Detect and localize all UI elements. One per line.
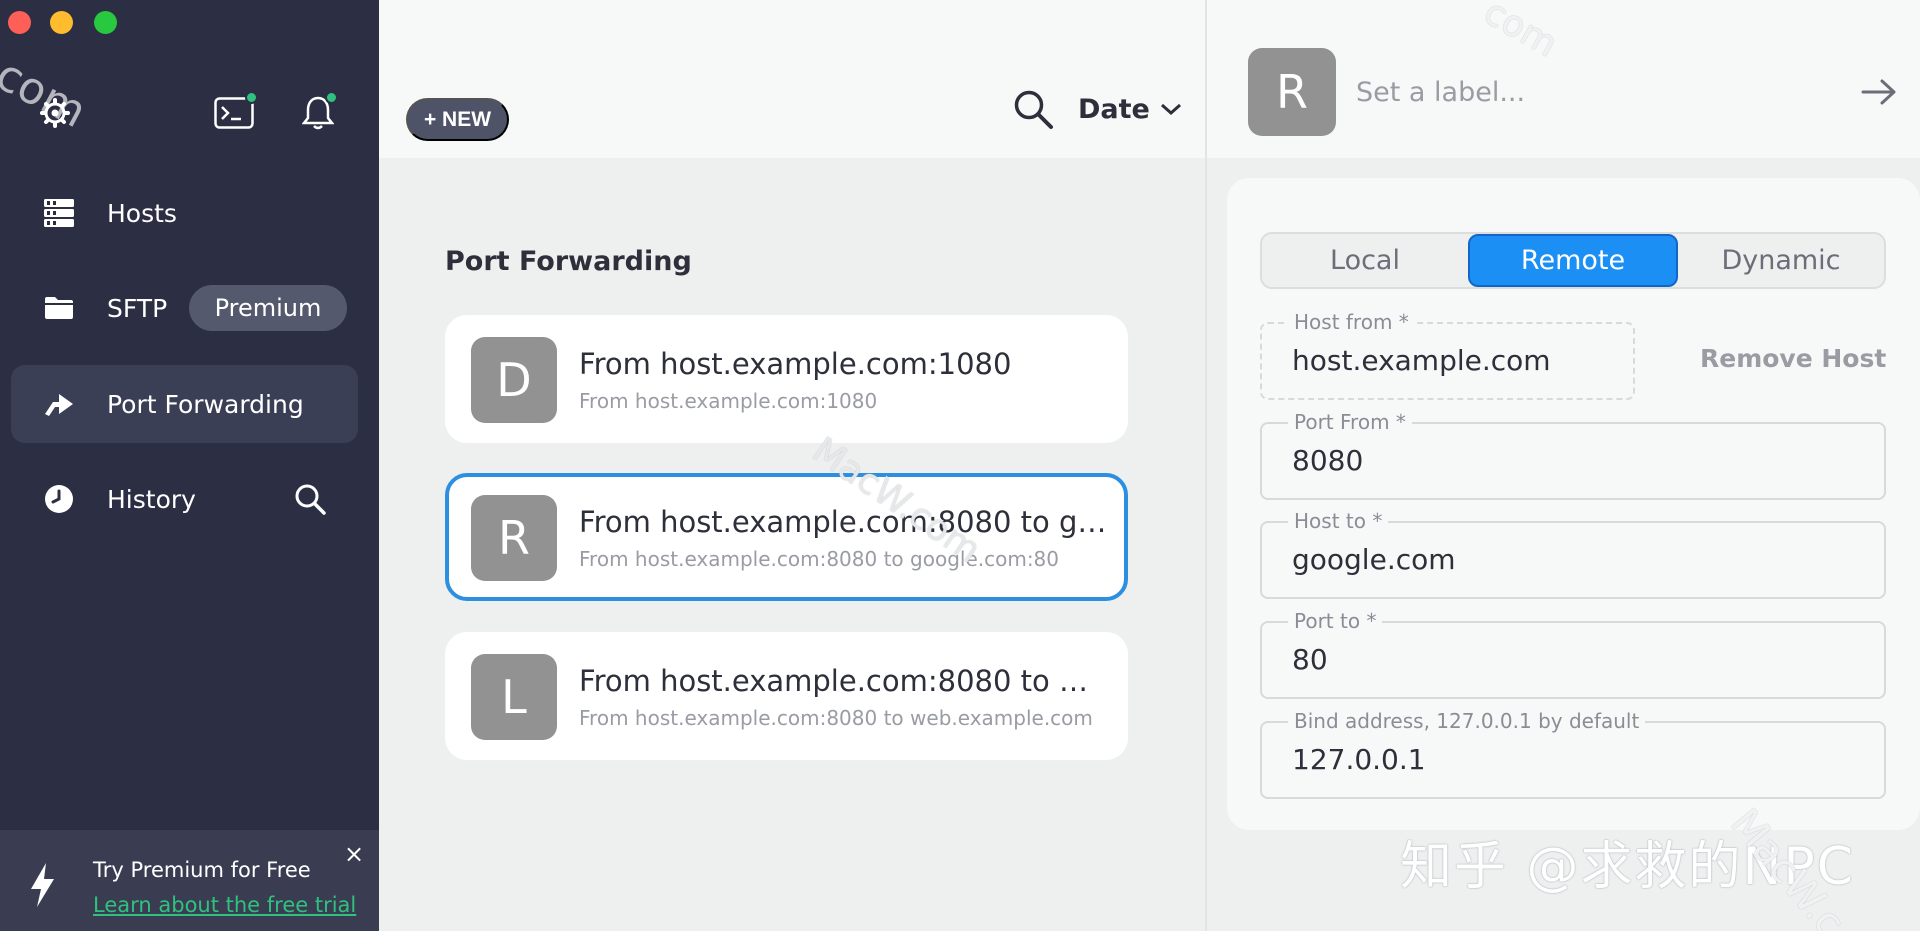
bell-icon[interactable] <box>300 91 340 131</box>
avatar: R <box>471 495 557 581</box>
port-from-input[interactable] <box>1292 444 1852 477</box>
rule-subtitle: From host.example.com:8080 to google.com… <box>579 547 1109 571</box>
port-to-input[interactable] <box>1292 643 1852 676</box>
port-forwarding-icon <box>41 386 77 422</box>
rule-title: From host.example.com:8080 to google.com… <box>579 505 1109 539</box>
host-to-field[interactable]: Host to * <box>1260 521 1886 599</box>
host-from-input[interactable] <box>1292 344 1612 377</box>
arrow-right-icon[interactable] <box>1860 76 1898 108</box>
field-label: Port to * <box>1288 609 1382 633</box>
premium-badge[interactable]: Premium <box>189 285 347 331</box>
lightning-icon <box>28 862 56 912</box>
field-label: Host from * <box>1288 310 1415 334</box>
chevron-down-icon <box>1160 102 1182 116</box>
search-icon[interactable] <box>1012 88 1054 130</box>
sidebar-item-label: SFTP <box>107 294 167 323</box>
bind-address-field[interactable]: Bind address, 127.0.0.1 by default <box>1260 721 1886 799</box>
tab-dynamic[interactable]: Dynamic <box>1678 234 1884 287</box>
rule-subtitle: From host.example.com:8080 to web.exampl… <box>579 706 1109 730</box>
sort-label: Date <box>1078 94 1150 125</box>
forwarding-type-segmented-control: Local Remote Dynamic <box>1260 232 1886 289</box>
clock-icon <box>41 481 77 517</box>
history-search-icon[interactable] <box>293 482 327 516</box>
host-from-field[interactable]: Host from * <box>1260 322 1635 400</box>
free-trial-link[interactable]: Learn about the free trial <box>93 893 356 917</box>
avatar: D <box>471 337 557 423</box>
tab-local[interactable]: Local <box>1262 234 1468 287</box>
field-label: Port From * <box>1288 410 1412 434</box>
close-icon[interactable]: × <box>342 842 366 866</box>
port-from-field[interactable]: Port From * <box>1260 422 1886 500</box>
hosts-icon <box>41 195 77 231</box>
sidebar-item-port-forwarding[interactable]: Port Forwarding <box>11 365 358 443</box>
sidebar-item-label: History <box>107 485 196 514</box>
sidebar-item-label: Port Forwarding <box>107 390 304 419</box>
window-minimize-button[interactable] <box>50 11 73 34</box>
new-rule-button[interactable]: + NEW <box>406 98 509 141</box>
gear-icon[interactable] <box>40 98 70 128</box>
remove-host-button[interactable]: Remove Host <box>1700 344 1886 373</box>
section-title: Port Forwarding <box>445 246 692 277</box>
tab-remote[interactable]: Remote <box>1468 234 1678 287</box>
list-item[interactable]: L From host.example.com:8080 to web.exam… <box>445 632 1128 760</box>
sidebar-item-history[interactable]: History <box>11 460 358 538</box>
terminal-icon[interactable] <box>214 91 258 131</box>
bind-address-input[interactable] <box>1292 743 1852 776</box>
list-item[interactable]: R From host.example.com:8080 to google.c… <box>445 473 1128 601</box>
folder-icon <box>41 290 77 326</box>
terminal-status-dot <box>245 91 258 104</box>
port-to-field[interactable]: Port to * <box>1260 621 1886 699</box>
field-label: Bind address, 127.0.0.1 by default <box>1288 709 1645 733</box>
rule-title: From host.example.com:8080 to web.exampl… <box>579 664 1109 698</box>
sidebar-item-label: Hosts <box>107 199 177 228</box>
bell-status-dot <box>325 91 338 104</box>
rule-subtitle: From host.example.com:1080 <box>579 389 1109 413</box>
sidebar-item-sftp[interactable]: SFTP Premium <box>11 269 358 347</box>
trial-title: Try Premium for Free <box>93 858 311 882</box>
window-close-button[interactable] <box>8 11 31 34</box>
avatar: R <box>1248 48 1336 136</box>
host-to-input[interactable] <box>1292 543 1852 576</box>
label-input[interactable] <box>1356 70 1816 114</box>
list-item[interactable]: D From host.example.com:1080 From host.e… <box>445 315 1128 443</box>
field-label: Host to * <box>1288 509 1388 533</box>
avatar: L <box>471 654 557 740</box>
window-zoom-button[interactable] <box>94 11 117 34</box>
sidebar-item-hosts[interactable]: Hosts <box>11 174 358 252</box>
sort-dropdown[interactable]: Date <box>1078 92 1182 126</box>
rule-title: From host.example.com:1080 <box>579 347 1109 381</box>
